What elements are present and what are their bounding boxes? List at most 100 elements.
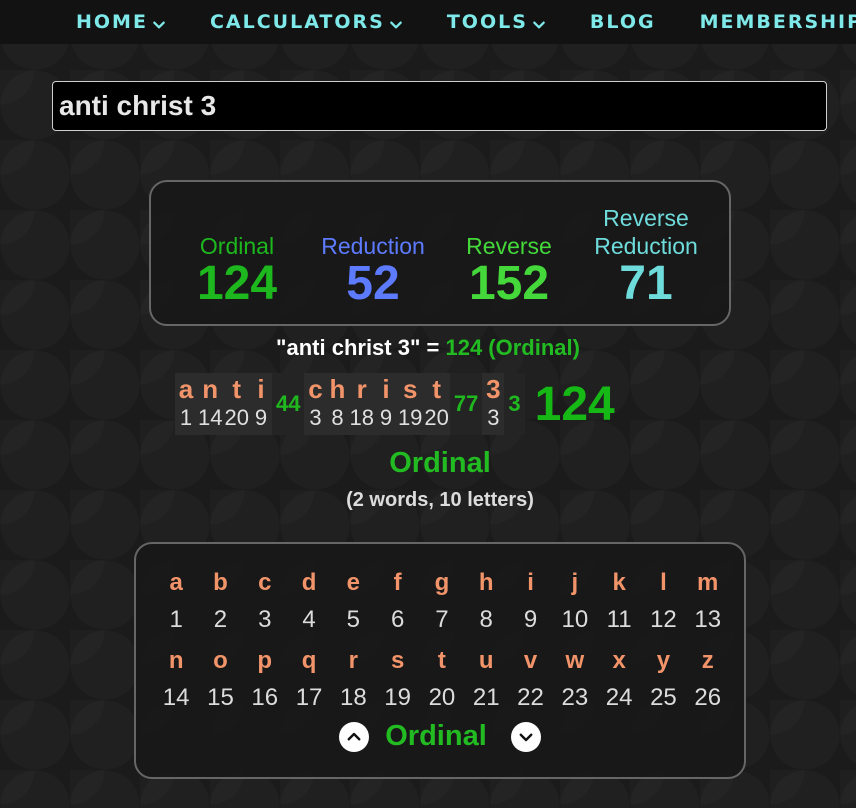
nav-item-tools[interactable]: TOOLS — [447, 11, 546, 33]
chart-letter-u: u 21 — [464, 642, 508, 716]
chart-letter: z — [701, 647, 714, 674]
letter-value-column: t 20 — [423, 373, 449, 435]
chart-number: 17 — [295, 684, 323, 711]
chart-letter-d: d4 — [287, 564, 331, 638]
chart-letter: u — [478, 647, 494, 674]
chart-number: 11 — [606, 606, 632, 633]
chart-letter: o — [213, 647, 228, 674]
nav-item-membership[interactable]: MEMBERSHIP — [700, 11, 856, 33]
word-letters: a 1 n 14 t 20 i 9 — [175, 373, 272, 435]
chart-number: 25 — [650, 684, 677, 711]
letter-char: n — [202, 374, 219, 404]
chart-letter-j: j 10 — [553, 564, 597, 638]
chart-number: 19 — [384, 684, 411, 711]
chart-number: 18 — [339, 684, 367, 711]
chart-letter-o: o 15 — [198, 642, 242, 716]
cipher-name-line1: Reverse — [603, 205, 689, 231]
cipher-summary-ordinal[interactable]: Ordinal 124 — [167, 232, 307, 308]
chart-letter-x: x 24 — [597, 642, 641, 716]
chart-letter: g — [434, 569, 450, 596]
search-input[interactable] — [52, 81, 827, 131]
chart-letter: w — [565, 647, 585, 674]
previous-cipher-button[interactable] — [339, 721, 370, 752]
cipher-summary-reduction-reverse[interactable]: Reverse Reduction 71 — [576, 204, 716, 308]
cipher-summary-reduction[interactable]: Reduction 52 — [303, 232, 443, 308]
letter-char: t — [232, 374, 242, 404]
letter-value-column: t 20 — [223, 373, 249, 435]
letter-char: c — [308, 374, 323, 404]
phrase-total: 124 — [534, 377, 615, 431]
letter-char: r — [356, 374, 367, 404]
nav-item-calculators[interactable]: CALCULATORS — [210, 11, 403, 33]
word-sum-value: 44 — [275, 391, 301, 416]
chart-letter: s — [390, 647, 405, 674]
letter-number: 3 — [487, 405, 500, 430]
letter-char: i — [382, 374, 390, 404]
chart-number: 14 — [162, 684, 190, 711]
nav-item-label: HOME — [76, 11, 148, 33]
word-sum: 77 — [449, 373, 483, 435]
chart-letter: t — [437, 647, 446, 674]
chart-letter-n: n 14 — [154, 642, 198, 716]
chart-letter-v: v 22 — [508, 642, 552, 716]
word-letter-count: (2 words, 10 letters) — [346, 489, 534, 511]
chart-letter-l: l 12 — [641, 564, 685, 638]
letter-value-column: n 14 — [197, 373, 223, 435]
chart-letter-c: c3 — [243, 564, 287, 638]
chart-letter: v — [523, 647, 538, 674]
cipher-name: Reverse — [466, 233, 552, 259]
cipher-summary-box: Ordinal 124 Reduction 52 Reverse 152 Reverse Re… — [149, 180, 731, 326]
nav-item-label: BLOG — [589, 11, 656, 33]
letter-value-column: a1 — [175, 373, 197, 435]
word-letters: c 3 h 8 r 18 i 9 s 19 t 20 — [304, 373, 450, 435]
chart-letter-p: p 16 — [243, 642, 287, 716]
letter-char: i — [257, 374, 265, 404]
word-sum: 3 — [504, 373, 525, 435]
equation-phrase: "anti christ 3" = — [276, 335, 446, 360]
chart-number: 15 — [207, 684, 234, 711]
next-cipher-button[interactable] — [510, 721, 541, 752]
letter-number: 8 — [331, 405, 344, 430]
chart-letter: a — [169, 569, 183, 596]
chart-number: 2 — [213, 606, 228, 633]
letter-char: h — [329, 374, 346, 404]
chart-letter-a: a1 — [154, 564, 198, 638]
chart-letter: l — [660, 569, 667, 596]
chart-letter: x — [612, 647, 626, 674]
chart-letter: q — [301, 647, 317, 674]
letter-value-column: 33 — [482, 373, 504, 435]
chart-number: 4 — [302, 606, 316, 633]
chart-letter: k — [612, 569, 626, 596]
chart-number: 26 — [694, 684, 722, 711]
chart-number: 16 — [251, 684, 279, 711]
cipher-name: Reduction — [321, 233, 425, 259]
cipher-title[interactable]: Ordinal — [0, 447, 856, 480]
word-sum: 44 — [271, 373, 305, 435]
chart-number: 23 — [561, 684, 589, 711]
chart-letter: n — [168, 647, 184, 674]
cipher-value: 71 — [619, 257, 673, 310]
cipher-summary-reverse[interactable]: Reverse 152 — [439, 232, 579, 308]
chart-letter-r: r 18 — [331, 642, 375, 716]
letter-value-column: i9 — [375, 373, 397, 435]
chart-number: 12 — [650, 606, 677, 633]
chart-letter-k: k 11 — [597, 564, 641, 638]
nav-item-label: MEMBERSHIP — [699, 11, 856, 33]
top-nav: HOME CALCULATORS TOOLS BLOG MEMBERSHIP — [0, 0, 856, 44]
chart-letter: c — [258, 569, 272, 596]
equation-result: 124 (Ordinal) — [445, 335, 580, 360]
nav-item-home[interactable]: HOME — [76, 11, 166, 33]
nav-item-blog[interactable]: BLOG — [590, 11, 656, 33]
chart-number: 8 — [479, 606, 493, 633]
letter-number: 9 — [254, 405, 268, 430]
chevron-down-icon — [389, 15, 403, 29]
word-sum-value: 77 — [453, 391, 479, 416]
letter-number: 20 — [224, 405, 249, 430]
chart-letter: r — [348, 647, 358, 674]
cipher-value: 52 — [346, 257, 400, 310]
chart-number: 10 — [561, 606, 589, 633]
letter-char: t — [432, 374, 441, 404]
chart-row: a 1 b 2 c 3 d 4 e 5 f 6 g 7 h 8 i 9 j 10 k 11 l 12 m 13 — [154, 564, 730, 638]
chart-letter-f: f6 — [375, 564, 419, 638]
chevron-down-icon — [532, 15, 546, 29]
